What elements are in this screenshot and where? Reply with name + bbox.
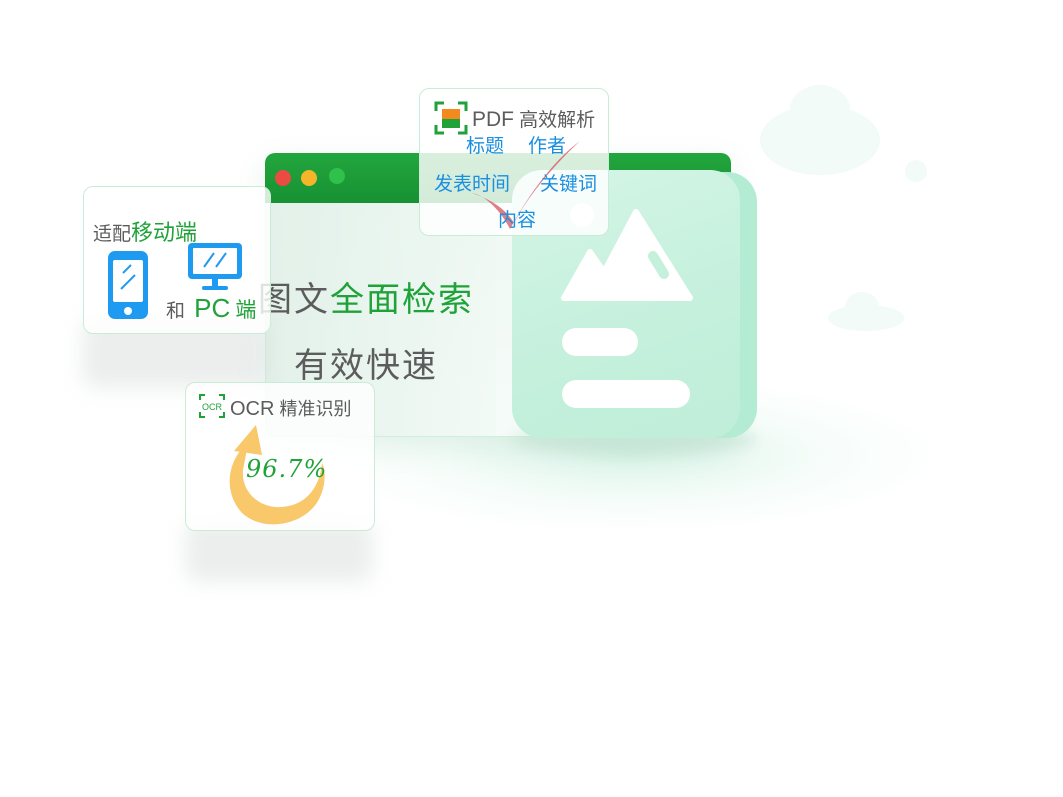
pdf-card-title: PDF 高效解析 — [472, 105, 595, 132]
phone-icon — [108, 251, 148, 319]
headline-part2: 全面检索 — [330, 280, 474, 320]
pdf-card-dot — [570, 203, 594, 227]
close-dot[interactable] — [275, 170, 291, 186]
mobile-pc-card: 适配移动端 和 PC 端 — [83, 186, 271, 334]
pdf-scan-icon — [434, 101, 468, 135]
mobile-card-prefix: 适配 — [93, 223, 132, 245]
subheadline: 有效快速 — [294, 346, 438, 386]
document-line — [562, 380, 690, 408]
ocr-scan-icon: OCR — [199, 394, 225, 418]
cloud-decoration — [845, 292, 879, 322]
ocr-label: OCR — [230, 398, 275, 420]
and-text: 和 — [166, 300, 186, 322]
pdf-tag: 作者 — [528, 135, 567, 157]
headline: 图文全面检索 — [258, 272, 474, 321]
ocr-title: 精准识别 — [279, 399, 352, 420]
minimize-dot[interactable] — [301, 170, 317, 186]
svg-text:OCR: OCR — [202, 402, 223, 412]
pdf-tag: 关键词 — [540, 173, 598, 195]
pdf-tag: 标题 — [466, 135, 505, 157]
cloud-decoration — [905, 160, 927, 182]
ocr-accuracy: 96.7% — [246, 455, 328, 483]
pdf-tag: 发表时间 — [434, 173, 511, 195]
pc-suffix: 端 — [235, 298, 257, 322]
monitor-icon — [188, 243, 242, 290]
ocr-card: OCR OCR 精准识别 96.7% — [185, 382, 375, 531]
pdf-card: PDF 高效解析 标题 作者 发表时间 关键词 内容 — [419, 88, 609, 236]
pdf-label: PDF — [472, 108, 514, 131]
maximize-dot[interactable] — [329, 168, 345, 184]
cloud-decoration — [790, 85, 850, 135]
pc-text: PC — [194, 293, 231, 323]
pdf-tag: 内容 — [498, 209, 537, 231]
pc-label: 和 PC 端 — [166, 293, 256, 324]
ocr-card-title: OCR 精准识别 — [230, 395, 352, 421]
pdf-title: 高效解析 — [519, 109, 596, 131]
document-line — [562, 328, 638, 356]
mobile-card-title: 适配移动端 — [93, 215, 197, 247]
